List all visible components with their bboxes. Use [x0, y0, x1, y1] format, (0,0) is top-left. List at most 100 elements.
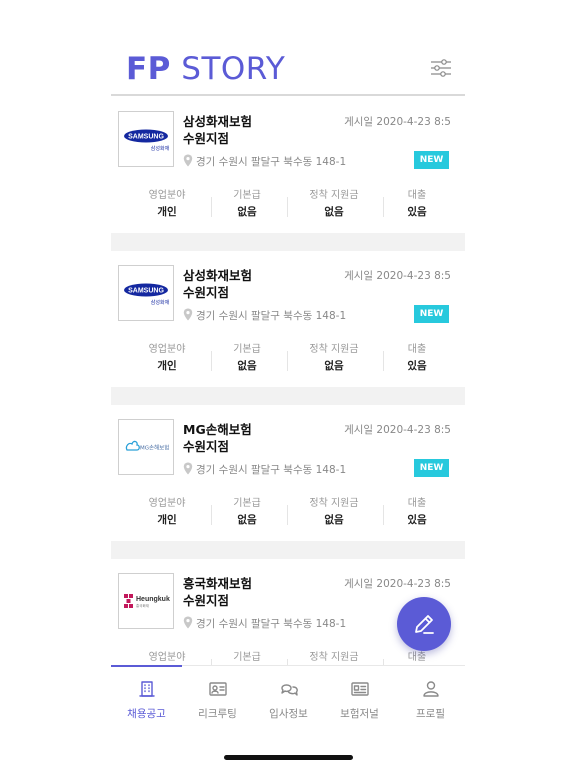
branch-name: 수원지점 — [183, 131, 230, 146]
card-separator — [111, 387, 465, 405]
stat-value: 없음 — [324, 206, 344, 218]
address: 경기 수원시 팔달구 북수동 148-1 — [196, 156, 347, 168]
stat-divider — [383, 505, 384, 525]
tab-label: 프로필 — [416, 708, 445, 720]
map-pin-icon — [183, 616, 193, 629]
stat-value: 있음 — [407, 360, 427, 372]
job-post-card[interactable]: MG손해보험 MG손해보험 수원지점 게시일 2020-4-23 8:5 경기 수원시 … — [111, 405, 465, 541]
tab-1[interactable]: 채용공고 — [111, 666, 182, 726]
stat-divider — [287, 505, 288, 525]
tab-3[interactable]: 입사정보 — [253, 666, 324, 726]
stat-item: 대출 — [377, 651, 457, 665]
stat-value: 있음 — [407, 206, 427, 218]
branch-name: 수원지점 — [183, 439, 230, 454]
user-icon — [423, 681, 439, 697]
post-date: 게시일 2020-4-23 8:5 — [344, 270, 451, 282]
stat-divider — [211, 505, 212, 525]
pencil-icon — [415, 615, 434, 634]
svg-text:삼성화재: 삼성화재 — [151, 299, 170, 306]
tab-label: 보험저널 — [340, 708, 379, 720]
stat-item: 정착 지원금 없음 — [294, 497, 374, 529]
home-indicator — [224, 755, 353, 760]
company-logo: SAMSUNG 삼성화재 — [118, 111, 174, 167]
stat-divider — [287, 351, 288, 371]
samsung-logo: SAMSUNG 삼성화재 — [124, 129, 170, 152]
stat-item: 대출있음 — [377, 497, 457, 529]
filter-button[interactable] — [429, 56, 453, 80]
job-post-card[interactable]: SAMSUNG 삼성화재 삼성화재보험 수원지점 게시일 2020-4-23 8:5 경기… — [111, 251, 465, 387]
stat-label: 대출 — [407, 344, 427, 355]
branch-name: 수원지점 — [183, 285, 230, 300]
stat-item: 기본급 없음 — [207, 497, 287, 529]
stat-label: 영업분야 — [148, 190, 186, 201]
stat-value: 없음 — [324, 360, 344, 372]
app-header: FP STORY — [111, 48, 465, 96]
map-pin-icon — [183, 154, 193, 167]
address: 경기 수원시 팔달구 북수동 148-1 — [196, 464, 347, 476]
stat-item: 기본급 없음 — [207, 189, 287, 221]
new-badge: NEW — [414, 151, 449, 169]
newspaper-icon — [351, 682, 369, 696]
stat-label: 대출 — [407, 190, 427, 201]
heungkuk-logo: Heungkuk흥국화재 — [124, 594, 170, 608]
stat-divider — [211, 351, 212, 371]
company-logo: Heungkuk 흥국화재 — [118, 573, 174, 629]
stat-value: 있음 — [407, 514, 427, 526]
new-badge: NEW — [414, 459, 449, 477]
stat-divider — [383, 197, 384, 217]
new-badge: NEW — [414, 305, 449, 323]
bottom-tab-bar: 채용공고 리크루팅 입사정보 보험저널 프로필 — [111, 665, 465, 725]
address: 경기 수원시 팔달구 북수동 148-1 — [196, 618, 347, 630]
tab-label: 입사정보 — [269, 708, 308, 720]
samsung-logo: SAMSUNG 삼성화재 — [124, 283, 170, 306]
svg-text:Heungkuk: Heungkuk — [136, 596, 170, 603]
stat-value: 없음 — [324, 514, 344, 526]
company-logo: SAMSUNG 삼성화재 — [118, 265, 174, 321]
stat-item: 영업분야개인 — [127, 189, 207, 221]
tab-label: 채용공고 — [127, 708, 166, 720]
tab-5[interactable]: 프로필 — [395, 666, 466, 726]
stat-item: 기본급없음 — [207, 343, 287, 375]
stat-item: 영업분야 개인 — [127, 343, 207, 375]
stat-label: 정착 지원금 — [309, 344, 359, 355]
company-logo: MG손해보험 — [118, 419, 174, 475]
stat-divider — [383, 351, 384, 371]
id-card-icon — [209, 682, 227, 696]
write-post-button[interactable] — [397, 597, 451, 651]
tab-4[interactable]: 보험저널 — [324, 666, 395, 726]
stat-item: 기본급 — [207, 651, 287, 665]
stat-item: 정착 지원금 — [294, 651, 374, 665]
post-stats: 영업분야 기본급 정착 지원금 대출 — [111, 651, 465, 665]
mg-logo: MG손해보험 — [125, 440, 169, 452]
stat-value: 없음 — [237, 206, 257, 218]
stat-value: 없음 — [237, 360, 257, 372]
post-stats: 영업분야 개인 기본급 없음 정착 지원금 없음 대출 있음 — [111, 497, 465, 533]
branch-name: 수원지점 — [183, 593, 230, 608]
address: 경기 수원시 팔달구 북수동 148-1 — [196, 310, 347, 322]
post-date: 게시일 2020-4-23 8:5 — [344, 116, 451, 128]
stat-item: 정착 지원금없음 — [294, 343, 374, 375]
job-post-card[interactable]: SAMSUNG 삼성화재 삼성화재보험 수원지점 게시일 2020-4-23 8:5 경기… — [111, 97, 465, 233]
stat-item: 정착 지원금 없음 — [294, 189, 374, 221]
chat-bubbles-icon — [281, 684, 298, 696]
tab-label: 리크루팅 — [198, 708, 237, 720]
stat-label: 정착 지원금 — [309, 652, 359, 663]
stat-item: 영업분야 — [127, 651, 207, 665]
map-pin-icon — [183, 308, 193, 321]
svg-text:SAMSUNG: SAMSUNG — [128, 134, 164, 141]
stat-label: 기본급 — [233, 344, 261, 355]
stat-value: 없음 — [237, 514, 257, 526]
stat-value: 개인 — [157, 206, 177, 218]
tab-2[interactable]: 리크루팅 — [182, 666, 253, 726]
post-stats: 영업분야 개인 기본급 없음 정착 지원금 없음 대출 있음 — [111, 343, 465, 379]
post-stats: 영업분야 개인 기본급 없음 정착 지원금 없음 대출 있음 — [111, 189, 465, 225]
stat-divider — [287, 197, 288, 217]
card-separator — [111, 541, 465, 559]
stat-item: 대출있음 — [377, 189, 457, 221]
stat-label: 대출 — [407, 498, 427, 509]
job-post-feed[interactable]: SAMSUNG 삼성화재 삼성화재보험 수원지점 게시일 2020-4-23 8:5 경기… — [111, 97, 465, 665]
stat-item: 영업분야 개인 — [127, 497, 207, 529]
stat-label: 영업분야 — [148, 498, 186, 509]
stat-label: 영업분야 — [148, 344, 186, 355]
stat-label: 영업분야 — [148, 652, 186, 663]
